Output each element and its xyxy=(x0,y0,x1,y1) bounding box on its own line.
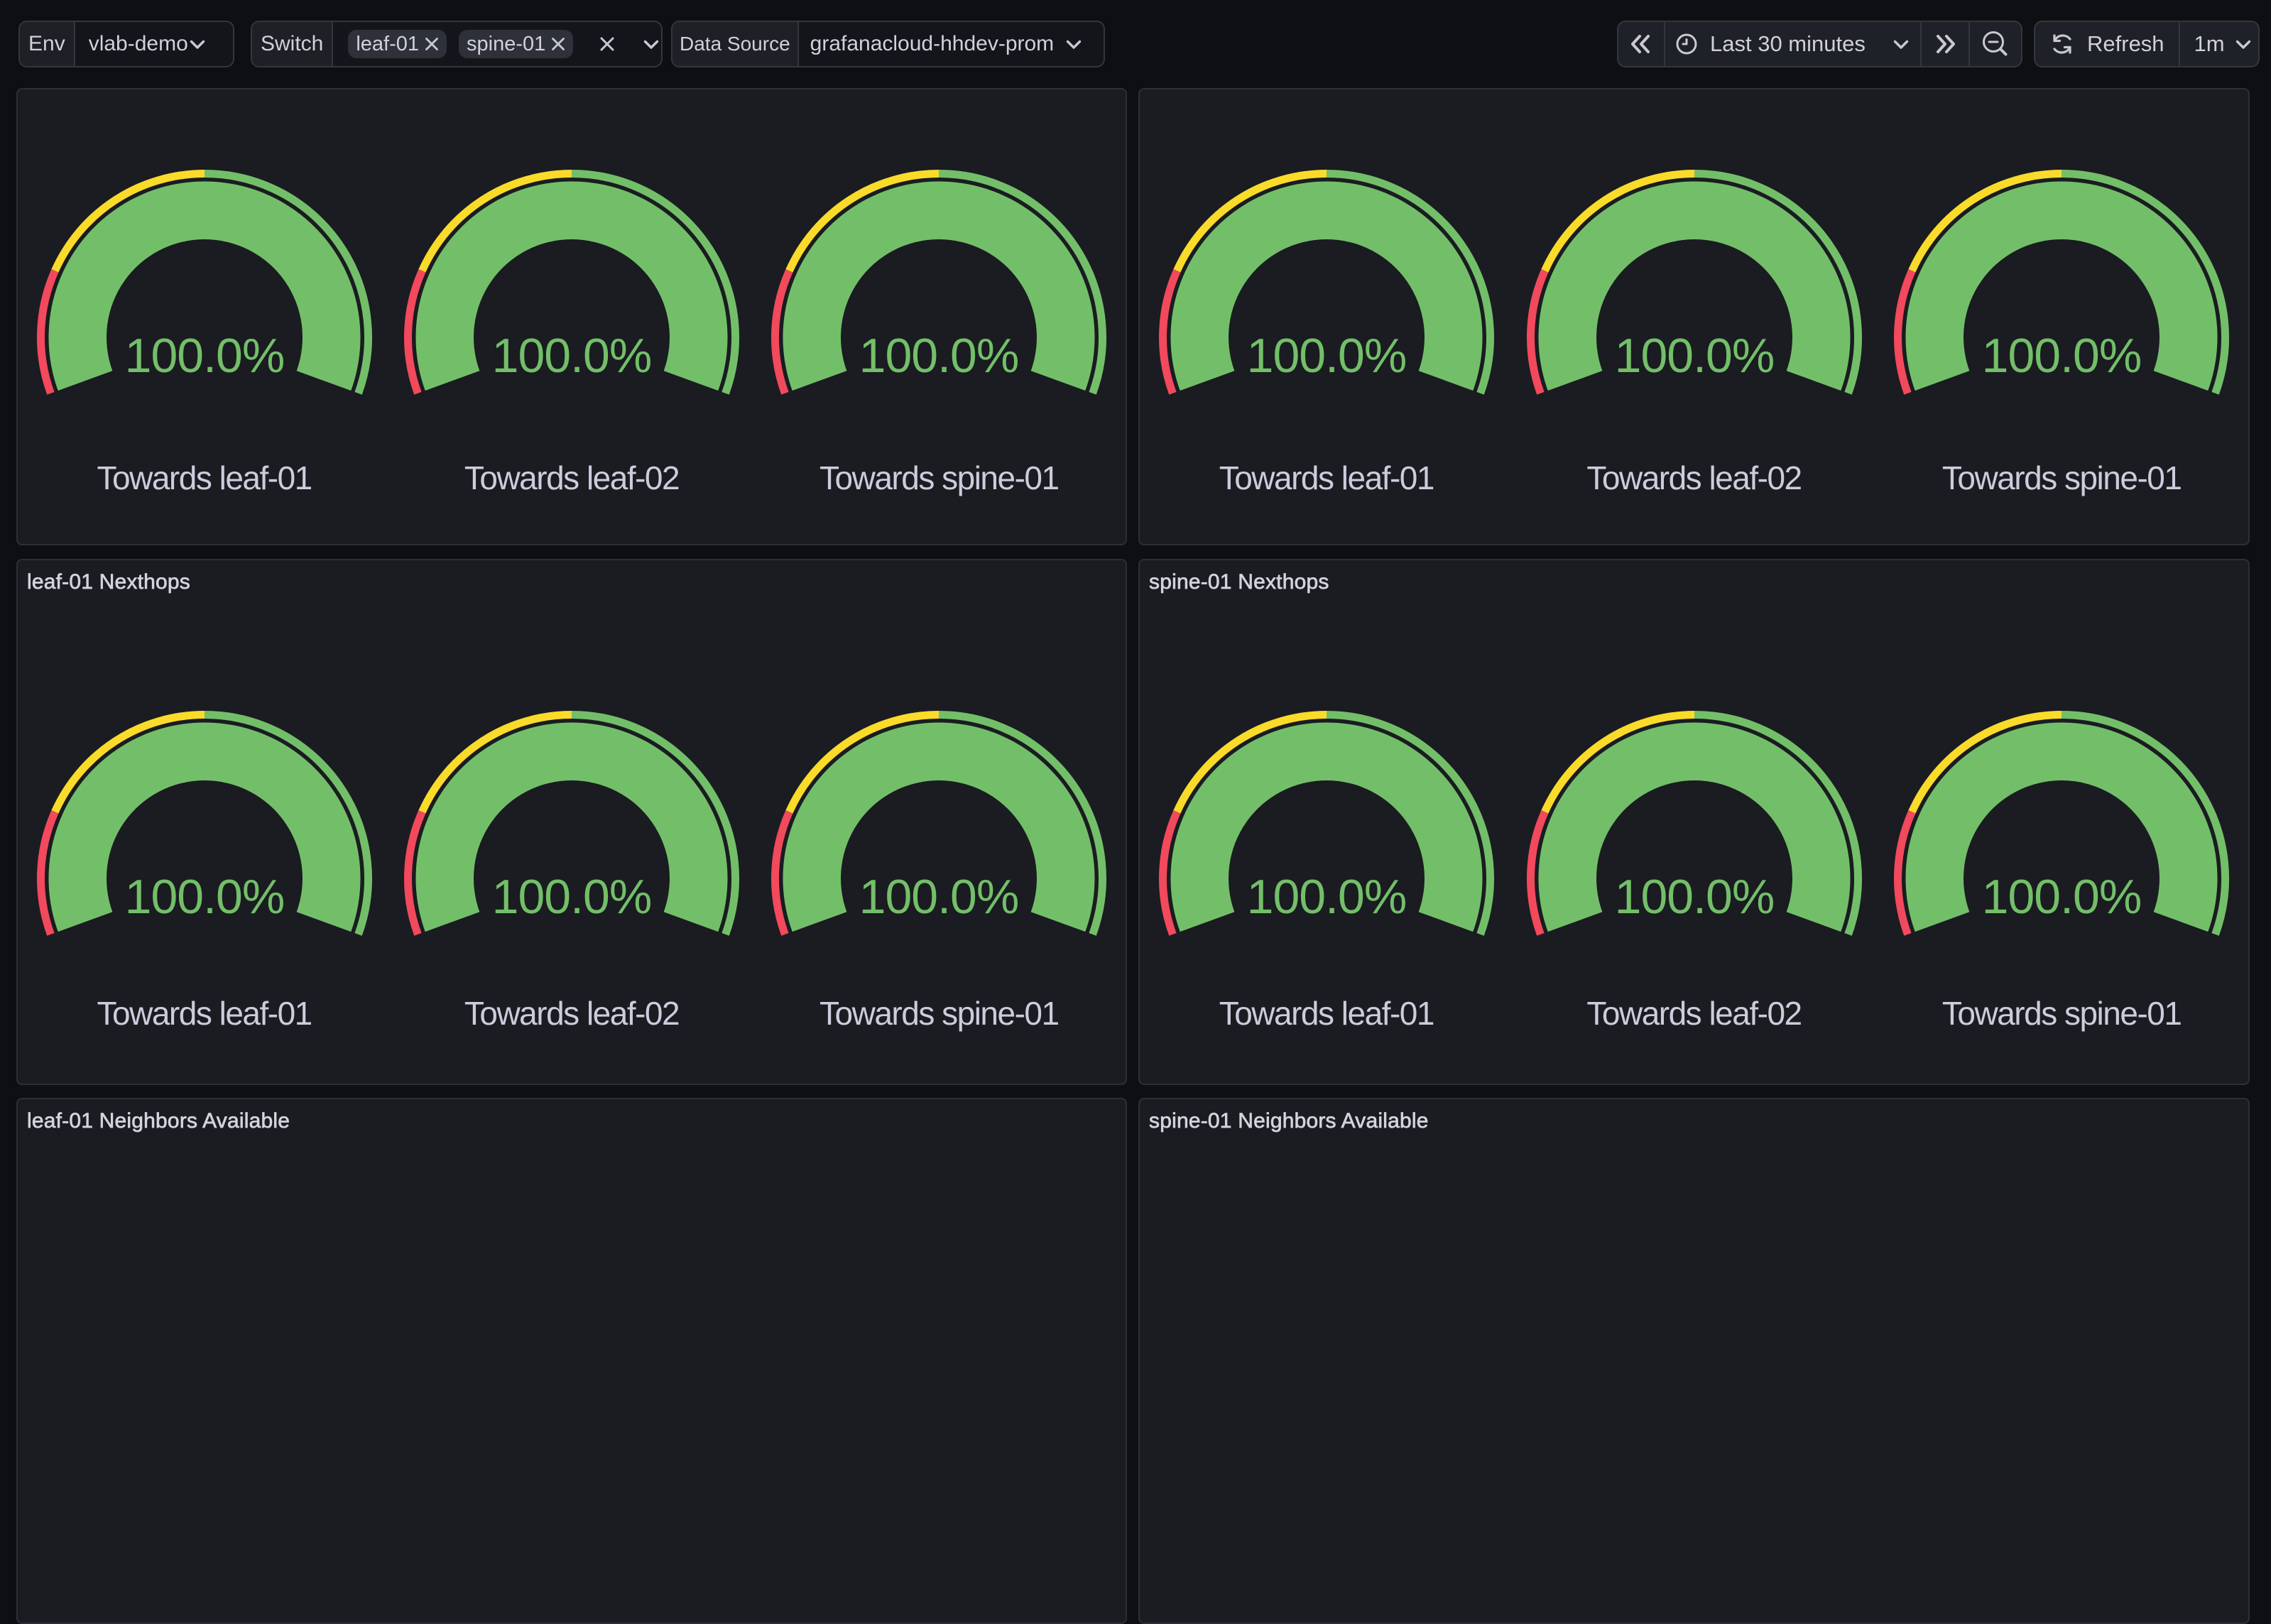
svg-text:100.0%: 100.0% xyxy=(492,870,652,924)
svg-text:100.0%: 100.0% xyxy=(1982,329,2142,383)
svg-text:100.0%: 100.0% xyxy=(1982,870,2142,924)
svg-text:100.0%: 100.0% xyxy=(1614,329,1774,383)
svg-text:100.0%: 100.0% xyxy=(124,870,284,924)
svg-text:100.0%: 100.0% xyxy=(1614,870,1774,924)
svg-text:100.0%: 100.0% xyxy=(124,329,284,383)
svg-text:100.0%: 100.0% xyxy=(1247,870,1407,924)
svg-text:100.0%: 100.0% xyxy=(1247,329,1407,383)
svg-text:100.0%: 100.0% xyxy=(859,870,1019,924)
svg-text:100.0%: 100.0% xyxy=(492,329,652,383)
svg-text:100.0%: 100.0% xyxy=(859,329,1019,383)
